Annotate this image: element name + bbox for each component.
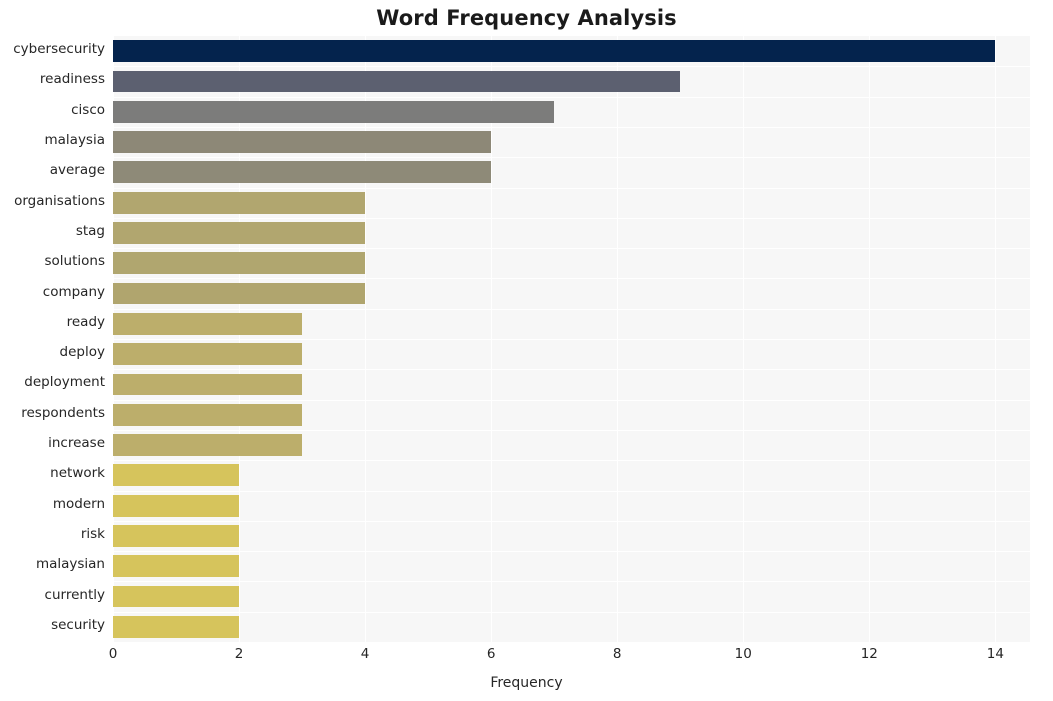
bar-row — [113, 312, 1030, 335]
bar-risk[interactable] — [113, 525, 240, 547]
gridline-y — [113, 339, 1030, 340]
y-tick-label-increase: increase — [48, 435, 105, 452]
gridline-y — [113, 369, 1030, 371]
bar-row — [113, 100, 1030, 123]
bar-stag[interactable] — [113, 222, 366, 244]
bar-average[interactable] — [113, 161, 492, 184]
bar-company[interactable] — [113, 282, 366, 305]
bar-ready[interactable] — [113, 312, 303, 335]
gridline-y — [113, 551, 1030, 553]
bar-series — [113, 36, 1030, 643]
y-tick-label-ready: ready — [66, 313, 105, 330]
bar-malaysian[interactable] — [113, 555, 240, 578]
y-tick-label-modern: modern — [52, 495, 105, 512]
y-tick-label-respondents: respondents — [21, 404, 105, 421]
gridline-y — [113, 66, 1030, 68]
x-tick-label-6: 6 — [486, 646, 496, 662]
y-tick-label-company: company — [42, 283, 105, 300]
y-tick-label-stag: stag — [75, 222, 105, 239]
y-tick-label-solutions: solutions — [44, 253, 106, 270]
gridline-y — [113, 278, 1030, 280]
bar-row — [113, 585, 1030, 608]
x-tick-label-14: 14 — [986, 646, 1004, 662]
bar-security[interactable] — [113, 615, 240, 638]
word-frequency-chart: Word Frequency Analysis cybersecurity rea… — [0, 0, 1053, 701]
y-tick-label-cybersecurity: cybersecurity — [13, 41, 105, 58]
gridline-y — [113, 399, 1030, 401]
bar-row — [113, 252, 1030, 275]
x-tick-label-4: 4 — [360, 646, 370, 662]
bar-solutions[interactable] — [113, 252, 366, 275]
bar-organisations[interactable] — [113, 191, 366, 214]
gridline-y — [113, 187, 1030, 189]
y-tick-label-average: average — [49, 162, 105, 179]
bar-increase[interactable] — [113, 434, 303, 456]
bar-deploy[interactable] — [113, 343, 303, 366]
y-tick-label-deploy: deploy — [59, 344, 105, 361]
bar-row — [113, 434, 1030, 456]
y-tick-label-security: security — [51, 616, 105, 633]
y-tick-label-network: network — [50, 465, 105, 482]
bar-row — [113, 343, 1030, 366]
gridline-y — [113, 308, 1030, 310]
gridline-y — [113, 429, 1030, 431]
bar-row — [113, 373, 1030, 396]
y-tick-label-risk: risk — [80, 525, 105, 542]
bar-row — [113, 615, 1030, 638]
y-tick-label-deployment: deployment — [24, 374, 105, 391]
bar-row — [113, 494, 1030, 517]
bar-respondents[interactable] — [113, 403, 303, 426]
gridline-y — [113, 581, 1030, 583]
bar-cisco[interactable] — [113, 100, 555, 123]
gridline-y — [113, 642, 1030, 643]
x-tick-label-12: 12 — [860, 646, 878, 662]
x-tick-label-0: 0 — [108, 646, 118, 662]
bar-malaysia[interactable] — [113, 131, 492, 153]
bar-row — [113, 191, 1030, 214]
gridline-y — [113, 248, 1030, 250]
page-title: Word Frequency Analysis — [376, 6, 677, 30]
gridline-y — [113, 126, 1030, 128]
y-tick-label-malaysian: malaysian — [35, 556, 105, 573]
bar-row — [113, 403, 1030, 426]
bar-row — [113, 131, 1030, 153]
x-tick-label-10: 10 — [734, 646, 752, 662]
y-tick-label-readiness: readiness — [39, 71, 105, 88]
x-tick-label-8: 8 — [612, 646, 622, 662]
gridline-y — [113, 611, 1030, 613]
x-axis-label: Frequency — [490, 675, 563, 691]
bar-currently[interactable] — [113, 585, 240, 608]
bar-row — [113, 464, 1030, 487]
bar-row — [113, 161, 1030, 184]
bar-modern[interactable] — [113, 494, 240, 517]
y-tick-label-malaysia: malaysia — [44, 132, 106, 149]
bar-network[interactable] — [113, 464, 240, 487]
y-tick-label-cisco: cisco — [71, 101, 105, 118]
bar-cybersecurity[interactable] — [113, 40, 996, 63]
x-tick-label-2: 2 — [234, 646, 244, 662]
bar-row — [113, 40, 1030, 63]
bar-row — [113, 70, 1030, 93]
gridline-y — [113, 217, 1030, 219]
gridline-y — [113, 157, 1030, 159]
bar-row — [113, 222, 1030, 244]
gridline-y — [113, 96, 1030, 98]
bar-deployment[interactable] — [113, 373, 303, 396]
gridline-y — [113, 490, 1030, 492]
y-tick-label-currently: currently — [44, 586, 105, 603]
gridline-y — [113, 520, 1030, 522]
plot-area — [113, 36, 1030, 643]
gridline-y — [113, 460, 1030, 462]
y-tick-label-organisations: organisations — [14, 192, 105, 209]
bar-readiness[interactable] — [113, 70, 681, 93]
bar-row — [113, 282, 1030, 305]
bar-row — [113, 525, 1030, 547]
bar-row — [113, 555, 1030, 578]
